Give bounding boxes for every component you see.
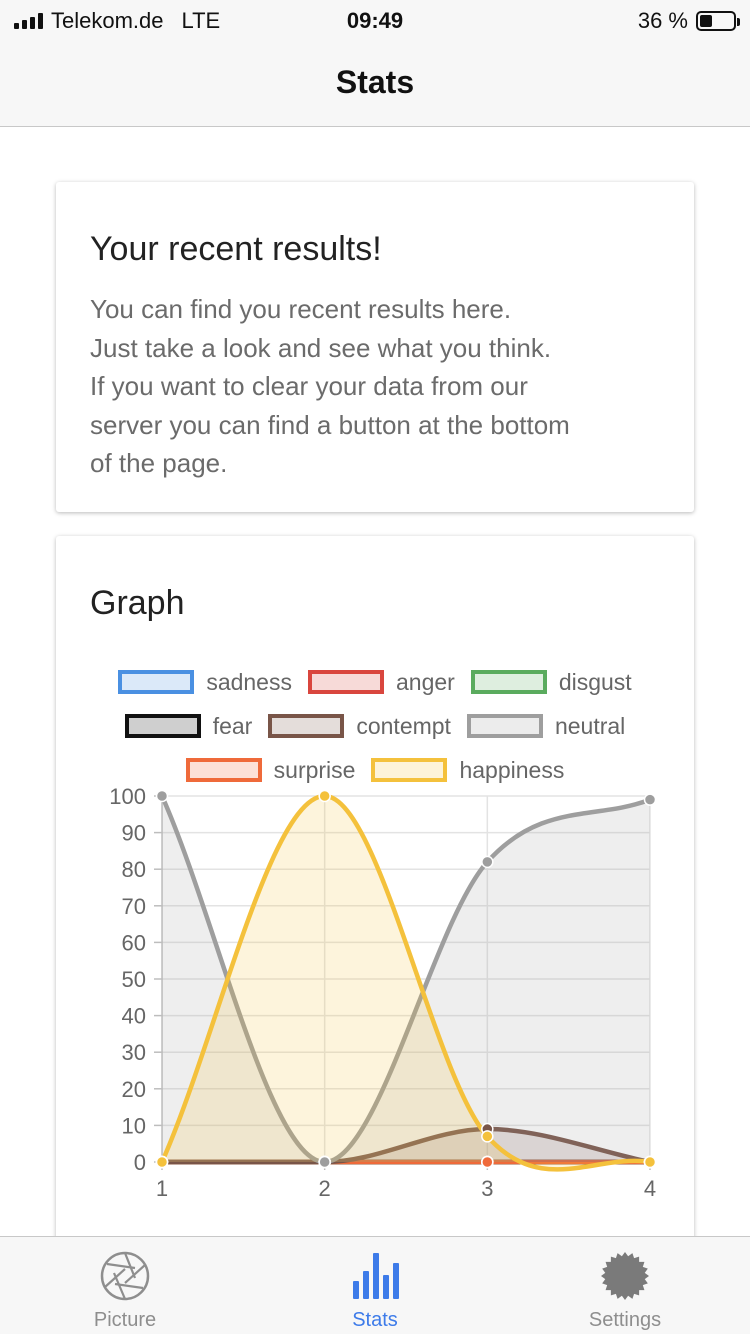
legend-item-disgust[interactable]: disgust xyxy=(470,668,632,696)
y-tick-label: 40 xyxy=(122,1004,146,1029)
y-tick-label: 20 xyxy=(122,1077,146,1102)
series-point-happiness xyxy=(481,1130,494,1143)
y-tick-label: 70 xyxy=(122,894,146,919)
x-tick-label: 3 xyxy=(481,1176,493,1201)
emotion-line-chart: 0 10 20 30 40 50 60 70 80 90 100 1 2 3 4 xyxy=(109,784,657,1201)
legend-row: sadness anger disgust xyxy=(56,660,694,704)
legend-label-anger: anger xyxy=(395,668,455,695)
y-tick-label: 30 xyxy=(122,1040,146,1065)
series-point-surprise xyxy=(481,1155,494,1169)
legend-label-sadness: sadness xyxy=(206,668,292,695)
series-point-neutral xyxy=(643,793,657,806)
legend-label-fear: fear xyxy=(212,712,253,739)
intro-text-line: Just take a look and see what you think. xyxy=(90,332,552,363)
legend-swatch-neutral xyxy=(466,714,543,738)
x-tick-label: 1 xyxy=(156,1176,168,1201)
page-title: Stats xyxy=(335,64,415,100)
navigation-bar: Stats xyxy=(0,40,750,127)
legend-swatch-sadness xyxy=(118,670,195,694)
legend-label-neutral: neutral xyxy=(554,712,626,739)
intro-card: Your recent results! You can find you re… xyxy=(56,182,694,512)
legend-swatch-fear xyxy=(124,714,201,738)
x-tick-label: 4 xyxy=(644,1176,656,1201)
legend-item-anger[interactable]: anger xyxy=(307,668,455,696)
tab-bar: Picture Stats Settings xyxy=(0,1236,750,1334)
intro-card-title: Your recent results! xyxy=(90,230,382,268)
graph-card-title: Graph xyxy=(90,584,185,622)
y-tick-label: 100 xyxy=(109,784,146,809)
series-point-happiness xyxy=(318,789,331,803)
legend-row: fear contempt neutral xyxy=(56,704,694,748)
intro-text-line: of the page. xyxy=(90,448,228,478)
legend-item-neutral[interactable]: neutral xyxy=(466,712,626,740)
legend-swatch-anger xyxy=(307,670,384,694)
y-tick-label: 80 xyxy=(122,857,146,882)
battery-icon xyxy=(696,11,740,31)
y-tick-label: 50 xyxy=(122,967,146,992)
x-tick-label: 2 xyxy=(319,1176,331,1201)
tab-picture[interactable]: Picture xyxy=(0,1237,250,1335)
legend-label-contempt: contempt xyxy=(356,712,451,739)
status-right: 36 % xyxy=(637,8,740,34)
legend-swatch-contempt xyxy=(268,714,345,738)
battery-percent: 36 % xyxy=(637,8,688,33)
legend-item-sadness[interactable]: sadness xyxy=(118,669,292,696)
legend-label-disgust: disgust xyxy=(558,668,632,695)
legend-item-fear[interactable]: fear xyxy=(124,712,253,740)
series-point-neutral xyxy=(318,1155,331,1169)
legend-swatch-surprise xyxy=(185,758,262,782)
bar-chart-icon xyxy=(353,1253,399,1299)
y-tick-label: 10 xyxy=(122,1113,146,1138)
tab-label-picture: Picture xyxy=(93,1309,157,1331)
tab-stats[interactable]: Stats xyxy=(250,1237,500,1335)
legend-swatch-happiness xyxy=(371,758,448,782)
intro-text-line: If you want to clear your data from our xyxy=(90,371,528,401)
y-tick-label: 0 xyxy=(134,1150,146,1175)
status-bar: Telekom.de LTE 09:49 36 % xyxy=(0,0,750,40)
aperture-icon xyxy=(100,1251,150,1301)
legend-item-contempt[interactable]: contempt xyxy=(268,713,451,740)
series-point-happiness xyxy=(155,1155,169,1169)
legend-swatch-disgust xyxy=(470,670,547,694)
series-point-happiness xyxy=(643,1155,657,1169)
tab-settings[interactable]: Settings xyxy=(500,1237,750,1335)
tab-label-settings: Settings xyxy=(588,1309,662,1331)
gear-icon xyxy=(601,1252,649,1300)
series-point-neutral xyxy=(155,789,169,803)
intro-text-line: server you can find a button at the bott… xyxy=(90,409,570,440)
chart-legend: sadness anger disgust fear contempt neut… xyxy=(56,660,694,792)
intro-text-line: You can find you recent results here. xyxy=(90,294,512,324)
gear-shape xyxy=(601,1252,649,1300)
y-tick-label: 60 xyxy=(122,930,146,955)
intro-card-text: You can find you recent results here. Ju… xyxy=(90,290,670,483)
tab-label-stats: Stats xyxy=(352,1309,398,1331)
series-point-neutral xyxy=(481,855,494,869)
y-tick-label: 90 xyxy=(122,821,146,846)
